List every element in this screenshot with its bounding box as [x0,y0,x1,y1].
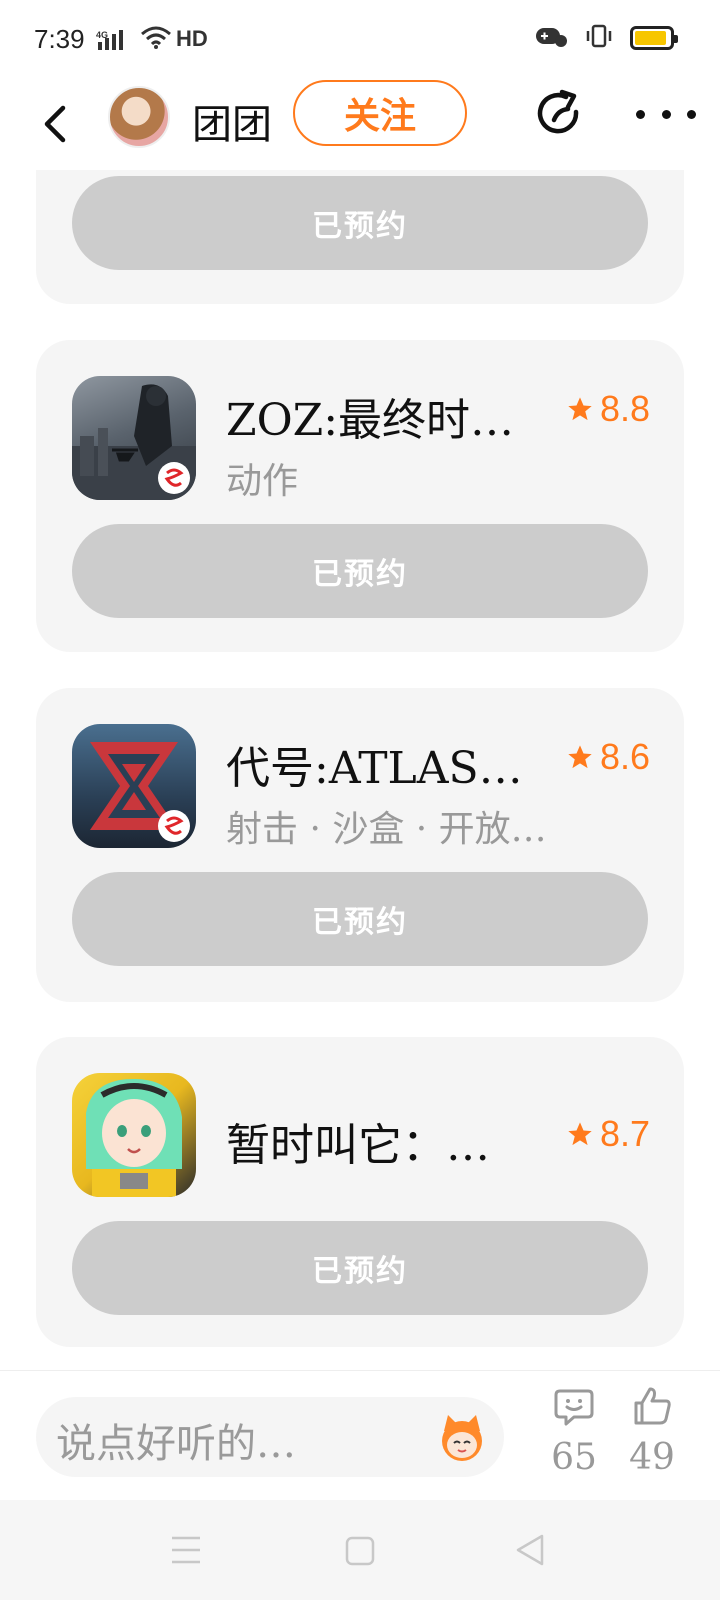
back-icon [44,105,66,143]
game-rating: 8.7 [566,1113,650,1155]
like-action[interactable]: 49 [622,1385,682,1478]
vibrate-icon [584,24,614,52]
game-genre: 动作 [226,461,299,502]
menu-nav-icon[interactable] [172,1536,200,1564]
comment-bar: 说点好听的… 65 49 [0,1370,720,1500]
game-name[interactable]: ZOZ:最终时… [226,384,514,448]
hd-label: HD [176,26,208,51]
header: 团团 关注 [0,80,720,170]
comment-action[interactable]: 65 [544,1385,604,1478]
signal-icon: 4G [96,28,132,56]
game-genre: 射击 · 沙盒 · 开放… [226,809,547,850]
system-nav-bar [0,1500,720,1600]
star-icon [568,745,592,769]
share-icon [537,89,579,134]
game-list[interactable]: 已预约 ZOZ:最终时… 动作 8.8 已预约 代号:ATLAS… 射击 · 沙… [0,170,720,1370]
avatar[interactable] [108,86,170,148]
like-count: 49 [629,1437,675,1478]
game-icon[interactable] [72,376,196,500]
comment-icon [554,1389,594,1426]
comment-input[interactable]: 说点好听的… [36,1397,504,1477]
status-time: 7:39 [34,24,85,54]
rating-value: 8.7 [599,1113,650,1154]
comment-count: 65 [551,1437,597,1478]
battery-icon [630,26,678,50]
nav-buttons [172,1534,544,1566]
follow-button[interactable]: 关注 [293,80,467,146]
rating-value: 8.8 [599,388,650,429]
more-icon-dot [687,109,696,119]
game-icon[interactable] [72,1073,196,1197]
emoji-button[interactable] [434,1409,490,1465]
netease-badge-icon [158,810,190,842]
game-card: 已预约 [36,170,684,304]
game-name[interactable]: 代号:ATLAS… [226,732,523,796]
home-nav-icon[interactable] [345,1536,375,1566]
game-name[interactable]: 暂时叫它：… [226,1109,490,1173]
rating-value: 8.6 [599,736,650,777]
back-button[interactable] [30,94,80,154]
game-mode-icon [534,24,568,52]
more-icon-dot [636,109,645,119]
game-card[interactable]: 代号:ATLAS… 射击 · 沙盒 · 开放… 8.6 已预约 [36,688,684,1002]
back-nav-icon[interactable] [516,1534,544,1566]
battery-fill [635,31,666,45]
anime-girl-icon [86,1079,182,1197]
star-icon [568,1122,592,1146]
game-card[interactable]: 暂时叫它：… 8.7 已预约 [36,1037,684,1347]
username[interactable]: 团团 [192,92,272,150]
game-card[interactable]: ZOZ:最终时… 动作 8.8 已预约 [36,340,684,652]
thumbs-up-icon [634,1387,671,1425]
game-icon[interactable] [72,724,196,848]
game-rating: 8.8 [566,388,650,430]
star-icon [568,397,592,421]
reserved-button[interactable]: 已预约 [72,524,648,618]
reserved-button[interactable]: 已预约 [72,176,648,270]
comment-placeholder: 说点好听的… [56,1421,296,1467]
status-right [534,24,678,52]
share-button[interactable] [532,86,588,142]
netease-badge-icon [158,462,190,494]
reserved-button[interactable]: 已预约 [72,872,648,966]
wifi-icon [140,26,172,54]
more-button[interactable] [636,94,696,134]
more-icon-dot [661,109,671,119]
reserved-button[interactable]: 已预约 [72,1221,648,1315]
game-rating: 8.6 [566,736,650,778]
emoji-face-icon [442,1415,482,1461]
status-bar: 7:39 4G HD [0,0,720,80]
